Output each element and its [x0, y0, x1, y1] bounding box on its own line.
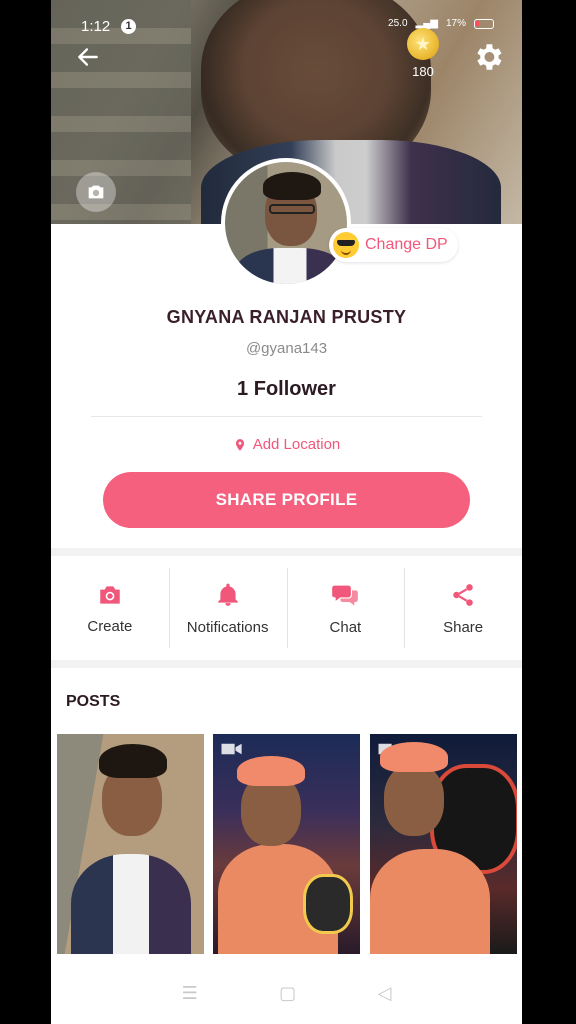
- video-camera-icon: [221, 743, 242, 755]
- profile-picture[interactable]: [221, 158, 351, 288]
- add-location-link[interactable]: Add Location: [51, 436, 522, 453]
- coin-balance[interactable]: ★ 180: [403, 28, 443, 79]
- notifications-label: Notifications: [186, 618, 269, 636]
- post-thumbnail[interactable]: [57, 734, 204, 954]
- add-location-label: Add Location: [252, 436, 341, 453]
- bell-icon: [217, 583, 238, 606]
- post-thumbnail[interactable]: [370, 734, 517, 954]
- share-icon: [453, 583, 473, 606]
- create-label: Create: [87, 617, 133, 635]
- action-bar: Create Notifications Chat Share: [51, 556, 522, 660]
- divider: [91, 416, 482, 417]
- share-label: Share: [443, 618, 484, 636]
- profile-name: GNYANA RANJAN PRUSTY: [166, 307, 407, 327]
- share-profile-button[interactable]: SHARE PROFILE: [103, 472, 470, 528]
- profile-screen: 1:12 1 25.0 ▂▄▆ 17% ★ 180 Change DP GNYA…: [51, 0, 522, 1024]
- section-separator: [51, 660, 522, 668]
- notification-count-badge: 1: [121, 19, 136, 34]
- posts-heading: POSTS: [66, 693, 121, 710]
- home-nav-icon[interactable]: ▢: [279, 983, 296, 1004]
- follower-count[interactable]: 1 Follower: [51, 378, 522, 401]
- camera-icon: [88, 185, 104, 199]
- notifications-button[interactable]: Notifications: [168, 556, 287, 660]
- battery-level: 17%: [445, 18, 466, 29]
- status-bar: 1:12 1 25.0 ▂▄▆ 17%: [51, 0, 522, 56]
- menu-nav-icon[interactable]: ☰: [182, 983, 198, 1004]
- status-time: 1:12: [81, 18, 111, 35]
- sunglasses-emoji-icon: [333, 232, 359, 258]
- section-separator: [51, 548, 522, 556]
- create-button[interactable]: Create: [51, 556, 169, 660]
- back-button[interactable]: [73, 44, 103, 74]
- share-button[interactable]: Share: [404, 556, 522, 660]
- system-nav-bar: ☰ ▢ ◁: [51, 962, 522, 1024]
- chat-button[interactable]: Chat: [286, 556, 405, 660]
- change-dp-label: Change DP: [365, 236, 448, 253]
- change-cover-button[interactable]: [76, 172, 116, 212]
- gear-icon: [477, 44, 502, 70]
- location-pin-icon: [235, 438, 244, 451]
- battery-icon: [474, 18, 494, 29]
- change-dp-button[interactable]: Change DP: [329, 228, 458, 262]
- settings-button[interactable]: [471, 40, 505, 74]
- coin-count: 180: [412, 64, 434, 79]
- back-nav-icon[interactable]: ◁: [377, 983, 391, 1004]
- camera-icon: [100, 585, 120, 604]
- back-arrow-icon: [78, 48, 98, 66]
- chat-label: Chat: [329, 618, 362, 636]
- coin-icon: ★: [407, 28, 439, 60]
- profile-handle: @gyana143: [245, 340, 328, 357]
- post-thumbnail[interactable]: [213, 734, 360, 954]
- chat-bubbles-icon: [332, 585, 359, 605]
